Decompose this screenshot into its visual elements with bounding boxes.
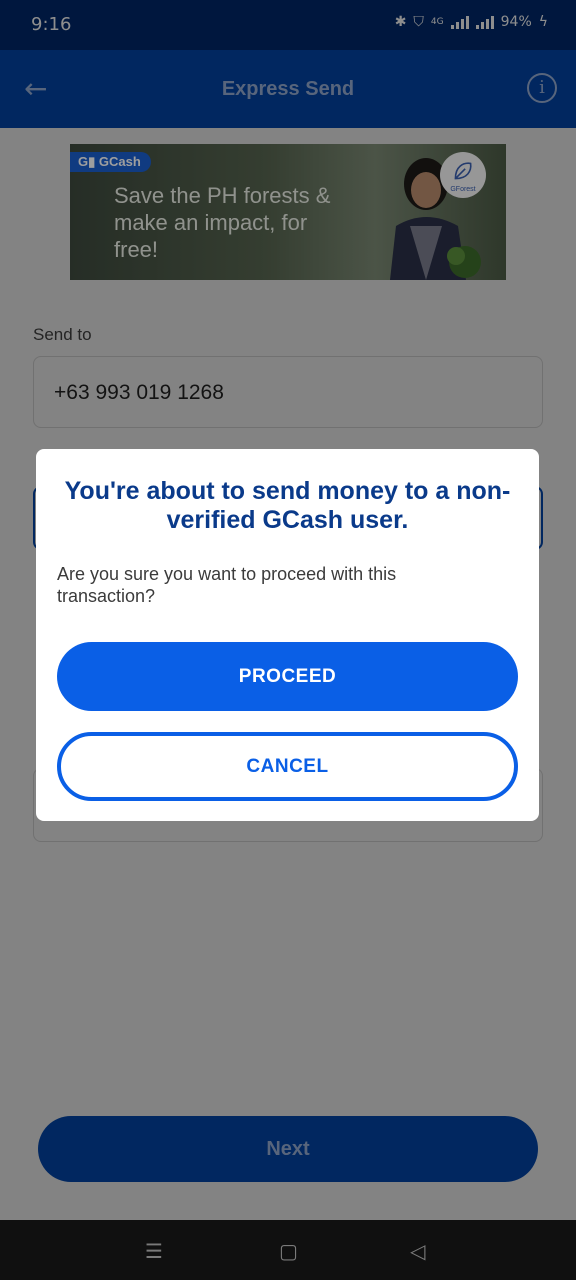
cancel-button[interactable]: CANCEL	[57, 732, 518, 801]
home-icon[interactable]: ▢	[279, 1239, 298, 1263]
confirm-dialog: You're about to send money to a non-veri…	[36, 449, 539, 821]
system-nav-bar: ☰ ▢ ◁	[0, 1220, 576, 1280]
back-triangle-icon[interactable]: ◁	[410, 1239, 425, 1263]
dialog-title: You're about to send money to a non-veri…	[64, 477, 511, 534]
proceed-button[interactable]: PROCEED	[57, 642, 518, 711]
menu-icon[interactable]: ☰	[145, 1239, 163, 1263]
dialog-message: Are you sure you want to proceed with th…	[57, 564, 397, 606]
